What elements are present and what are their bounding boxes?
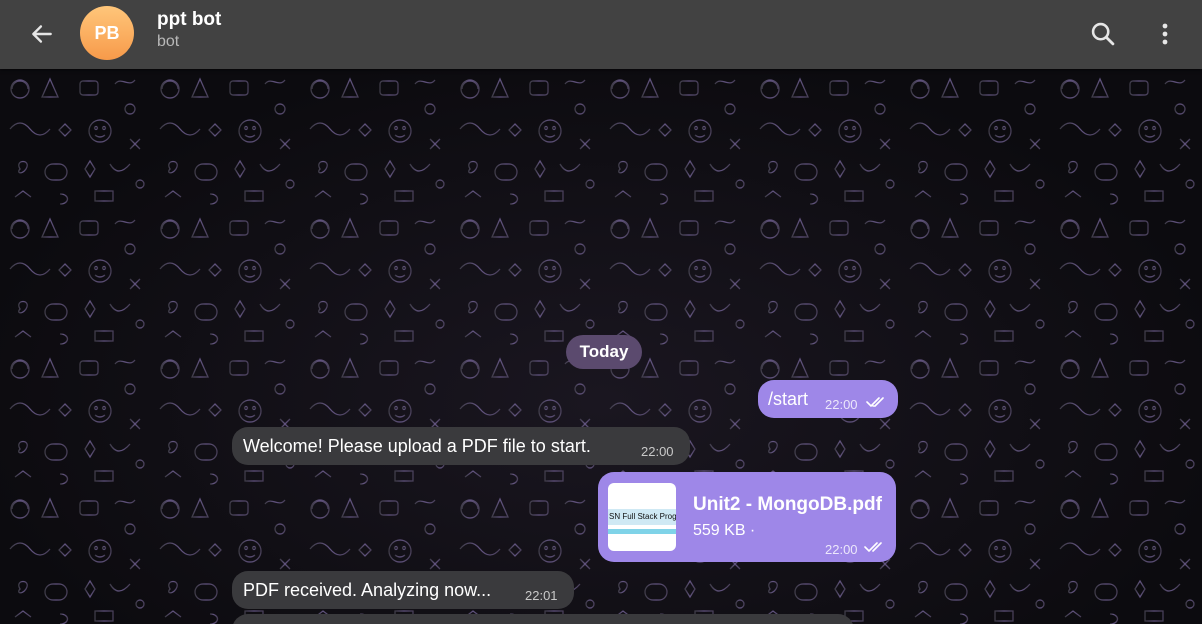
outgoing-message[interactable]: /start 22:00 [758, 380, 898, 418]
more-menu-button[interactable] [1150, 17, 1180, 51]
incoming-message[interactable]: PDF received. Analyzing now... 22:01 [232, 571, 574, 609]
message-time: 22:00 [825, 542, 858, 557]
message-time: 22:01 [525, 588, 558, 603]
avatar-initials: PB [94, 22, 120, 43]
back-button[interactable] [22, 18, 62, 50]
message-text: Welcome! Please upload a PDF file to sta… [243, 436, 591, 456]
arrow-left-icon [32, 25, 52, 43]
thumbnail-bar [608, 529, 676, 534]
double-check-icon [864, 542, 882, 553]
thumbnail-caption: SN Full Stack Program [609, 512, 676, 521]
message-time: 22:00 [641, 444, 674, 459]
incoming-message[interactable]: Welcome! Please upload a PDF file to sta… [232, 427, 690, 465]
date-label: Today [579, 342, 629, 361]
message-text: /start [768, 389, 809, 409]
file-message[interactable]: SN Full Stack Program Unit2 - MongoDB.pd… [598, 472, 896, 562]
avatar[interactable]: PB [80, 6, 134, 60]
chat-subtitle: bot [157, 33, 180, 50]
date-separator: Today [566, 335, 642, 369]
file-size: 559 KB · [693, 522, 756, 539]
file-name[interactable]: Unit2 - MongoDB.pdf [693, 494, 882, 516]
file-thumbnail[interactable]: SN Full Stack Program [608, 483, 676, 551]
message-text: PDF received. Analyzing now... [243, 580, 492, 600]
double-check-icon [866, 397, 884, 408]
message-time: 22:00 [825, 397, 858, 412]
more-vertical-icon [1162, 23, 1168, 45]
chat-info[interactable]: ppt bot bot [157, 8, 221, 52]
chat-title: ppt bot [157, 9, 222, 30]
chat-header: PB ppt bot bot [0, 0, 1202, 69]
search-button[interactable] [1086, 17, 1120, 51]
search-icon [1091, 22, 1115, 46]
incoming-message-partial[interactable] [232, 614, 854, 624]
